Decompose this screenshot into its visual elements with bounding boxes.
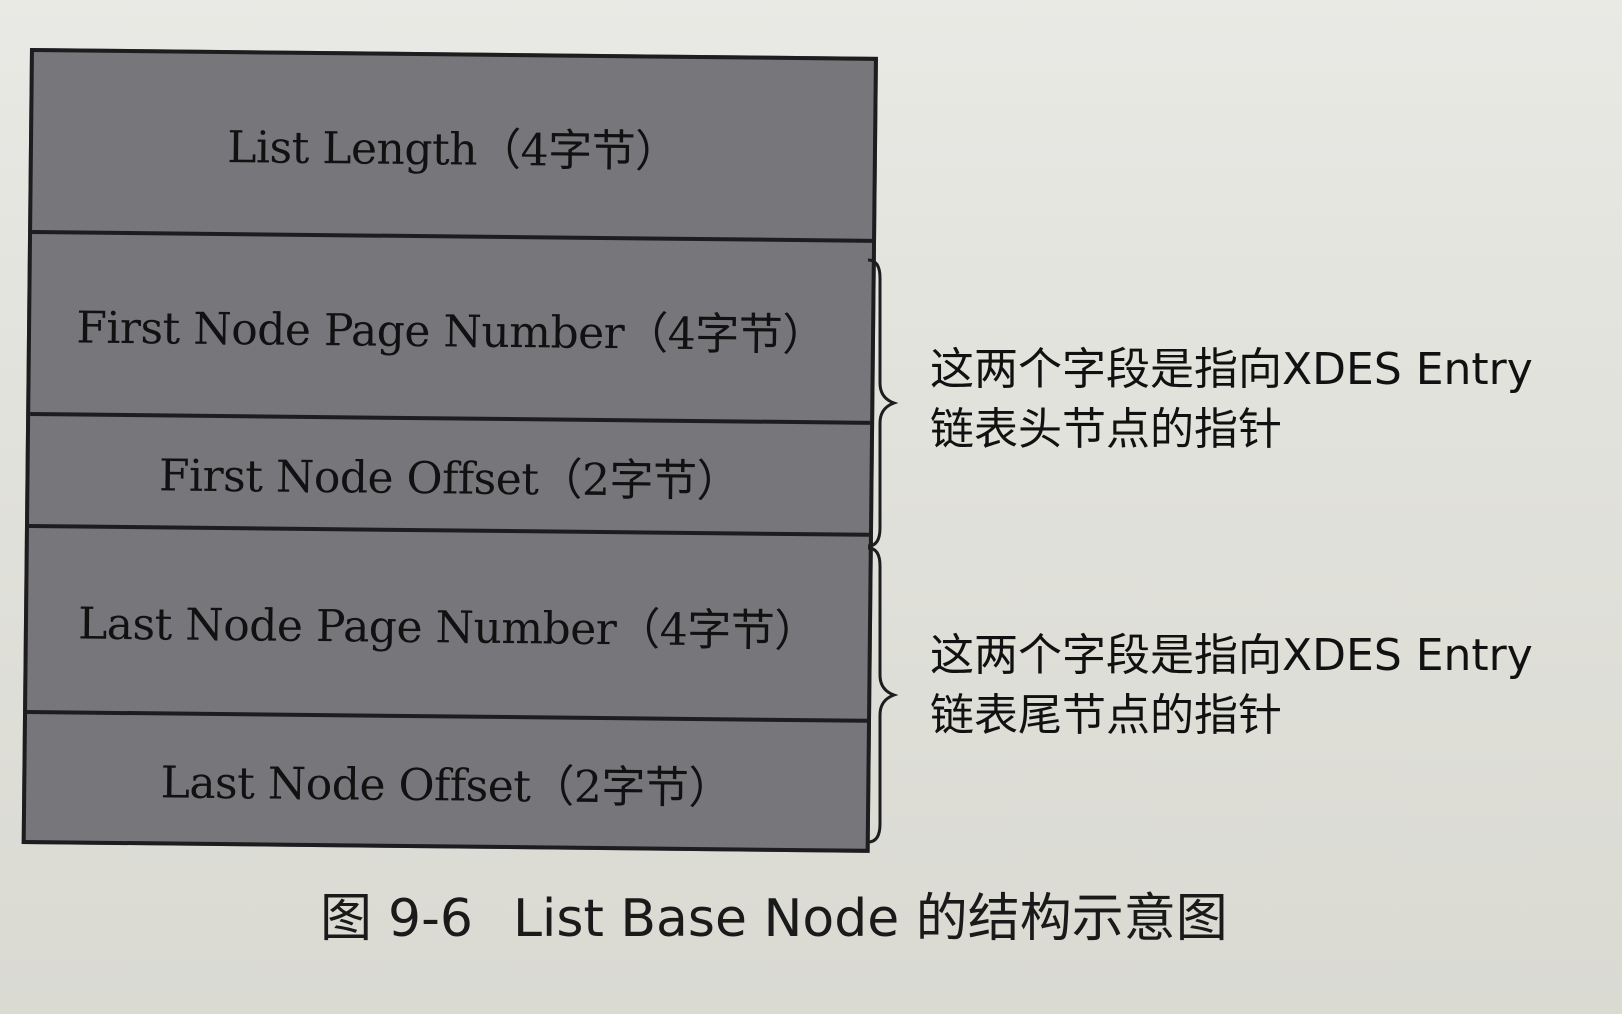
field-list-length: List Length（4字节） <box>227 122 679 178</box>
annotation-tail-line2: 链表尾节点的指针 <box>930 690 1282 741</box>
caption-figure-number: 9-6 <box>388 889 473 949</box>
field-first-node-offset: First Node Offset（2字节） <box>29 412 871 533</box>
field-last-node-page-number: Last Node Page Number（4字节） <box>27 524 869 719</box>
annotation-head-pointer: 这两个字段是指向XDES Entry 链表头节点的指针 <box>930 340 1533 460</box>
figure-caption: 图 9-6 List Base Node 的结构示意图 <box>320 876 1228 951</box>
brace-first-node <box>866 258 906 548</box>
annotation-head-line1: 这两个字段是指向XDES Entry <box>930 344 1533 395</box>
caption-title: List Base Node 的结构示意图 <box>512 889 1228 949</box>
annotation-tail-pointer: 这两个字段是指向XDES Entry 链表尾节点的指针 <box>930 626 1533 746</box>
brace-last-node <box>866 546 906 844</box>
annotation-head-line2: 链表头节点的指针 <box>930 404 1282 455</box>
annotation-tail-line1: 这两个字段是指向XDES Entry <box>930 630 1533 681</box>
field-last-node-offset: Last Node Offset（2字节） <box>25 710 868 849</box>
caption-figure-label: 图 <box>320 889 373 949</box>
field-first-node-page-number: First Node Page Number（4字节） <box>30 230 873 421</box>
list-base-node-structure: List Length（4字节） First Node Page Number（… <box>21 48 878 853</box>
